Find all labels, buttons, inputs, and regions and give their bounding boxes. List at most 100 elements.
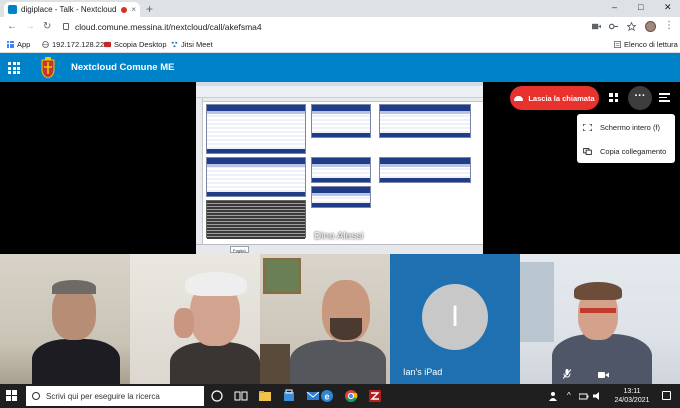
bookmark-star-icon[interactable]	[627, 22, 636, 31]
mail-icon[interactable]	[306, 389, 320, 403]
wall-painting	[263, 258, 301, 294]
phone-hangup-icon	[514, 95, 524, 101]
more-actions-button[interactable]: ···	[628, 86, 652, 110]
background-furniture	[260, 344, 290, 384]
nextcloud-favicon-icon	[8, 5, 17, 14]
menu-item-copy-link-label: Copia collegamento	[600, 146, 667, 156]
taskbar-clock[interactable]: 13:11 24/03/2021	[610, 387, 654, 405]
globe-icon	[42, 41, 49, 48]
key-icon[interactable]	[609, 22, 618, 31]
copy-icon	[583, 147, 592, 155]
tab-close-icon[interactable]: ×	[131, 5, 136, 14]
taskbar-search[interactable]: Scrivi qui per eseguire la ricerca	[26, 386, 204, 406]
filezilla-icon[interactable]	[368, 389, 382, 403]
address-bar[interactable]: cloud.comune.messina.it/nextcloud/call/a…	[75, 22, 262, 32]
window-blinds	[520, 262, 554, 342]
volume-icon[interactable]	[593, 391, 603, 401]
profile-avatar[interactable]	[645, 21, 656, 32]
bookmark-apps[interactable]: App	[7, 40, 30, 49]
spreadsheet-menubar	[196, 86, 483, 98]
bookmarks-bar: App 192.172.128.22 Scopia Desktop Jitsi …	[0, 38, 680, 53]
nextcloud-header: Nextcloud Comune ME	[0, 53, 680, 82]
bookmark-apps-label: App	[17, 40, 31, 49]
spreadsheet-row-header	[196, 98, 203, 244]
participant-glasses	[580, 308, 616, 313]
browser-tab[interactable]: digiplace - Talk - Nextcloud ×	[4, 2, 140, 17]
windows-taskbar: Scrivi qui per eseguire la ricerca e ^ 1…	[0, 384, 680, 408]
apps-grid-icon	[7, 41, 14, 48]
back-arrow-icon[interactable]: ←	[7, 21, 17, 33]
app-menu-icon[interactable]	[8, 62, 20, 74]
bookmark-ip[interactable]: 192.172.128.22	[42, 40, 104, 49]
bookmark-jitsi-label: Jitsi Meet	[181, 40, 213, 49]
browser-menu-icon[interactable]: ⋮	[664, 20, 674, 31]
task-view-icon[interactable]	[234, 389, 248, 403]
screen-share[interactable]: Foglio1	[196, 82, 483, 254]
call-actions-menu: Schermo intero (f) Copia collegamento	[577, 114, 675, 163]
fullscreen-icon	[583, 123, 592, 131]
reading-list-icon	[614, 41, 621, 48]
bookmark-scopia-label: Scopia Desktop	[114, 40, 167, 49]
reload-icon[interactable]: ↻	[43, 21, 51, 33]
sheet-table	[311, 186, 371, 208]
menu-item-copy-link[interactable]: Copia collegamento	[577, 139, 675, 163]
sidebar-toggle-icon[interactable]	[659, 93, 670, 102]
jitsi-icon	[171, 41, 178, 48]
lock-icon[interactable]	[63, 23, 69, 30]
search-icon	[32, 392, 40, 400]
participant-hair	[52, 280, 96, 294]
video-camera-icon[interactable]	[598, 371, 609, 379]
edge-icon[interactable]: e	[320, 389, 334, 403]
scopia-icon	[104, 41, 111, 48]
taskbar-search-placeholder: Scrivi qui per eseguire la ricerca	[46, 391, 160, 401]
minimize-button[interactable]: –	[612, 2, 617, 12]
forward-arrow-icon[interactable]: →	[25, 21, 35, 33]
notification-center-icon[interactable]	[662, 391, 671, 400]
sheet-table	[311, 104, 371, 138]
sheet-table	[206, 104, 306, 154]
maximize-button[interactable]: □	[638, 2, 643, 12]
comune-crest-logo[interactable]	[40, 57, 56, 78]
menu-item-fullscreen[interactable]: Schermo intero (f)	[577, 115, 675, 139]
participant-avatar: I	[422, 284, 488, 350]
sheet-table	[311, 157, 371, 183]
bookmark-jitsi[interactable]: Jitsi Meet	[171, 40, 213, 49]
cortana-icon[interactable]	[210, 389, 224, 403]
participant-video[interactable]	[260, 254, 390, 384]
bookmark-scopia[interactable]: Scopia Desktop	[104, 40, 167, 49]
leave-call-label: Lascia la chiamata	[528, 93, 595, 103]
sheet-table	[206, 157, 306, 197]
bookmark-ip-label: 192.172.128.22	[52, 40, 105, 49]
reading-list[interactable]: Elenco di lettura	[614, 40, 678, 49]
sheet-table	[379, 104, 471, 138]
recording-indicator-icon	[121, 6, 128, 13]
tray-chevron-up-icon[interactable]: ^	[567, 391, 571, 400]
people-icon[interactable]	[548, 391, 558, 401]
participant-name: Ian's iPad	[403, 367, 443, 377]
microphone-muted-icon[interactable]	[563, 369, 571, 379]
spreadsheet-column-header	[203, 98, 483, 102]
file-explorer-icon[interactable]	[258, 389, 272, 403]
participant-hair	[185, 272, 247, 296]
window-close-button[interactable]: ✕	[664, 2, 672, 13]
svg-text:e: e	[324, 392, 329, 402]
grid-view-icon[interactable]	[609, 93, 618, 102]
start-windows-icon[interactable]	[6, 390, 17, 401]
participant-video[interactable]	[520, 254, 680, 384]
screen-root: digiplace - Talk - Nextcloud × + – □ ✕ ←…	[0, 0, 680, 408]
spreadsheet-tabs: Foglio1	[196, 244, 483, 254]
participant-hair	[574, 282, 622, 300]
clock-time: 13:11	[623, 388, 641, 395]
sheet-table-dark	[206, 200, 306, 239]
chrome-icon[interactable]	[344, 389, 358, 403]
new-tab-button[interactable]: +	[146, 2, 153, 16]
leave-call-button[interactable]: Lascia la chiamata	[510, 86, 599, 110]
participant-ipad[interactable]: I Ian's iPad	[390, 254, 520, 384]
camera-permission-icon[interactable]	[592, 22, 601, 31]
call-view: Foglio1 Dino Alessi Lascia la chiamata ·…	[0, 82, 680, 384]
participant-video[interactable]	[130, 254, 260, 384]
store-icon[interactable]	[282, 389, 296, 403]
clock-date: 24/03/2021	[614, 397, 650, 404]
battery-icon[interactable]	[579, 391, 589, 401]
participant-video[interactable]	[0, 254, 130, 384]
